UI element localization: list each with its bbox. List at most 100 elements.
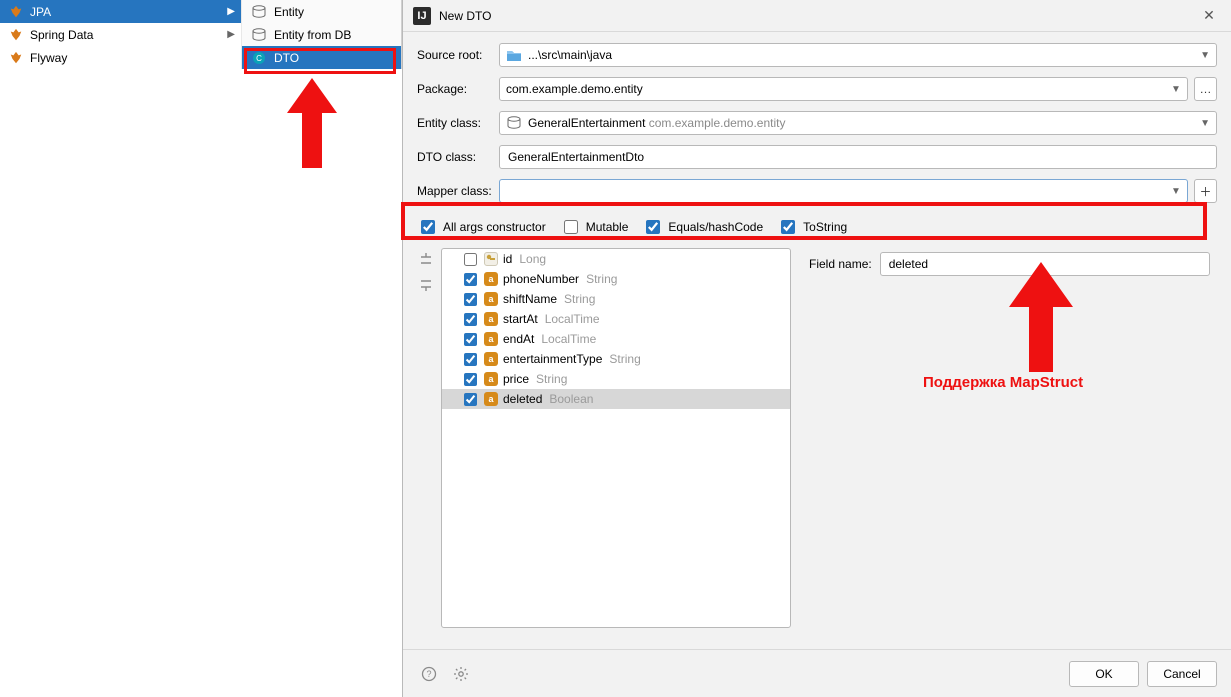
field-name-field[interactable] xyxy=(887,256,1203,272)
field-row[interactable]: aendAt LocalTime xyxy=(442,329,790,349)
chevron-down-icon: ▼ xyxy=(1200,50,1210,61)
midnav-item-dto[interactable]: C DTO xyxy=(242,46,401,69)
dto-class-input[interactable] xyxy=(499,145,1217,169)
chevron-right-icon: ▶ xyxy=(227,6,235,17)
annotation-arrow-dto xyxy=(282,78,342,178)
field-name-text: id xyxy=(503,252,512,266)
mapper-add-button[interactable]: ＋ xyxy=(1194,179,1217,203)
fields-list[interactable]: id LongaphoneNumber StringashiftName Str… xyxy=(441,248,791,628)
check-tostring-input[interactable] xyxy=(781,220,795,234)
field-name-text: endAt xyxy=(503,332,534,346)
field-checkbox[interactable] xyxy=(464,333,477,346)
check-equals-input[interactable] xyxy=(646,220,660,234)
dialog-close-button[interactable]: ✕ xyxy=(1197,7,1221,24)
field-type-text: Long xyxy=(519,252,546,266)
field-type-text: String xyxy=(586,272,617,286)
field-type-text: Boolean xyxy=(549,392,593,406)
field-type-text: String xyxy=(536,372,567,386)
ellipsis-icon: … xyxy=(1199,82,1211,96)
dto-class-field[interactable] xyxy=(506,149,1210,165)
list-toolbar xyxy=(417,248,435,628)
mapper-class-combo[interactable]: ▼ xyxy=(499,179,1188,203)
dto-options-row: All args constructor Mutable Equals/hash… xyxy=(417,216,1217,238)
field-checkbox[interactable] xyxy=(464,313,477,326)
attribute-field-icon: a xyxy=(484,392,498,406)
check-mutable[interactable]: Mutable xyxy=(560,217,629,237)
label-dto-class: DTO class: xyxy=(417,150,499,164)
check-equals[interactable]: Equals/hashCode xyxy=(642,217,763,237)
folder-icon xyxy=(506,48,522,62)
cancel-button[interactable]: Cancel xyxy=(1147,661,1217,687)
ok-button[interactable]: OK xyxy=(1069,661,1139,687)
leftnav-item-flyway[interactable]: Flyway xyxy=(0,46,241,69)
source-root-value: ...\src\main\java xyxy=(528,48,612,62)
field-checkbox[interactable] xyxy=(464,273,477,286)
attribute-field-icon: a xyxy=(484,272,498,286)
leftnav-item-springdata[interactable]: Spring Data ▶ xyxy=(0,23,241,46)
attribute-field-icon: a xyxy=(484,292,498,306)
check-mutable-input[interactable] xyxy=(564,220,578,234)
package-combo[interactable]: com.example.demo.entity ▼ xyxy=(499,77,1188,101)
field-row[interactable]: a entertainmentType String xyxy=(442,349,790,369)
entity-class-combo[interactable]: GeneralEntertainment com.example.demo.en… xyxy=(499,111,1217,135)
button-label: OK xyxy=(1095,667,1112,681)
field-row[interactable]: ashiftName String xyxy=(442,289,790,309)
attribute-field-icon: a xyxy=(484,372,498,386)
label-field-name: Field name: xyxy=(809,257,872,271)
field-checkbox[interactable] xyxy=(464,353,477,366)
check-label: Equals/hashCode xyxy=(668,220,763,234)
new-dto-dialog: IJ New DTO ✕ Source root: ...\src\main\j… xyxy=(402,0,1231,697)
field-checkbox[interactable] xyxy=(464,293,477,306)
spring-icon xyxy=(8,27,24,43)
check-all-args-input[interactable] xyxy=(421,220,435,234)
field-type-text: String xyxy=(609,352,640,366)
attribute-field-icon: a xyxy=(484,312,498,326)
entity-class-name: GeneralEntertainment xyxy=(528,116,645,130)
label-package: Package: xyxy=(417,82,499,96)
check-tostring[interactable]: ToString xyxy=(777,217,847,237)
source-root-combo[interactable]: ...\src\main\java ▼ xyxy=(499,43,1217,67)
midnav-item-entityfromdb[interactable]: Entity from DB xyxy=(242,23,401,46)
chevron-down-icon: ▼ xyxy=(1200,118,1210,129)
svg-text:?: ? xyxy=(426,669,431,679)
field-row[interactable]: id Long xyxy=(442,249,790,269)
check-label: Mutable xyxy=(586,220,629,234)
dialog-title: New DTO xyxy=(439,9,1197,23)
collapse-all-button[interactable] xyxy=(417,276,435,294)
field-name-text: price xyxy=(503,372,529,386)
left-nav: JPA ▶ Spring Data ▶ Flyway xyxy=(0,0,241,69)
jpa-icon xyxy=(8,4,24,20)
leftnav-item-jpa[interactable]: JPA ▶ xyxy=(0,0,241,23)
attribute-field-icon: a xyxy=(484,352,498,366)
field-type-text: LocalTime xyxy=(545,312,600,326)
field-row[interactable]: adeleted Boolean xyxy=(442,389,790,409)
field-checkbox[interactable] xyxy=(464,253,477,266)
dialog-body: Source root: ...\src\main\java ▼ Package… xyxy=(403,32,1231,649)
field-row[interactable]: aprice String xyxy=(442,369,790,389)
chevron-down-icon: ▼ xyxy=(1171,84,1181,95)
field-name-input[interactable] xyxy=(880,252,1210,276)
field-checkbox[interactable] xyxy=(464,393,477,406)
midnav-item-entity[interactable]: Entity xyxy=(242,0,401,23)
id-field-icon xyxy=(484,252,498,266)
field-row[interactable]: astartAt LocalTime xyxy=(442,309,790,329)
field-name-text: phoneNumber xyxy=(503,272,579,286)
label-entity-class: Entity class: xyxy=(417,116,499,130)
field-row[interactable]: a phoneNumber String xyxy=(442,269,790,289)
package-value: com.example.demo.entity xyxy=(506,82,643,96)
leftnav-label: JPA xyxy=(30,5,51,19)
chevron-down-icon: ▼ xyxy=(1171,186,1181,197)
check-all-args[interactable]: All args constructor xyxy=(417,217,546,237)
field-name-text: entertainmentType xyxy=(503,352,602,366)
check-label: All args constructor xyxy=(443,220,546,234)
settings-button[interactable] xyxy=(449,662,473,686)
field-type-text: String xyxy=(564,292,595,306)
package-browse-button[interactable]: … xyxy=(1194,77,1217,101)
field-checkbox[interactable] xyxy=(464,373,477,386)
expand-all-button[interactable] xyxy=(417,250,435,268)
midnav-label: Entity xyxy=(274,5,304,19)
attribute-field-icon: a xyxy=(484,332,498,346)
svg-text:C: C xyxy=(256,54,262,63)
label-source-root: Source root: xyxy=(417,48,499,62)
help-button[interactable]: ? xyxy=(417,662,441,686)
